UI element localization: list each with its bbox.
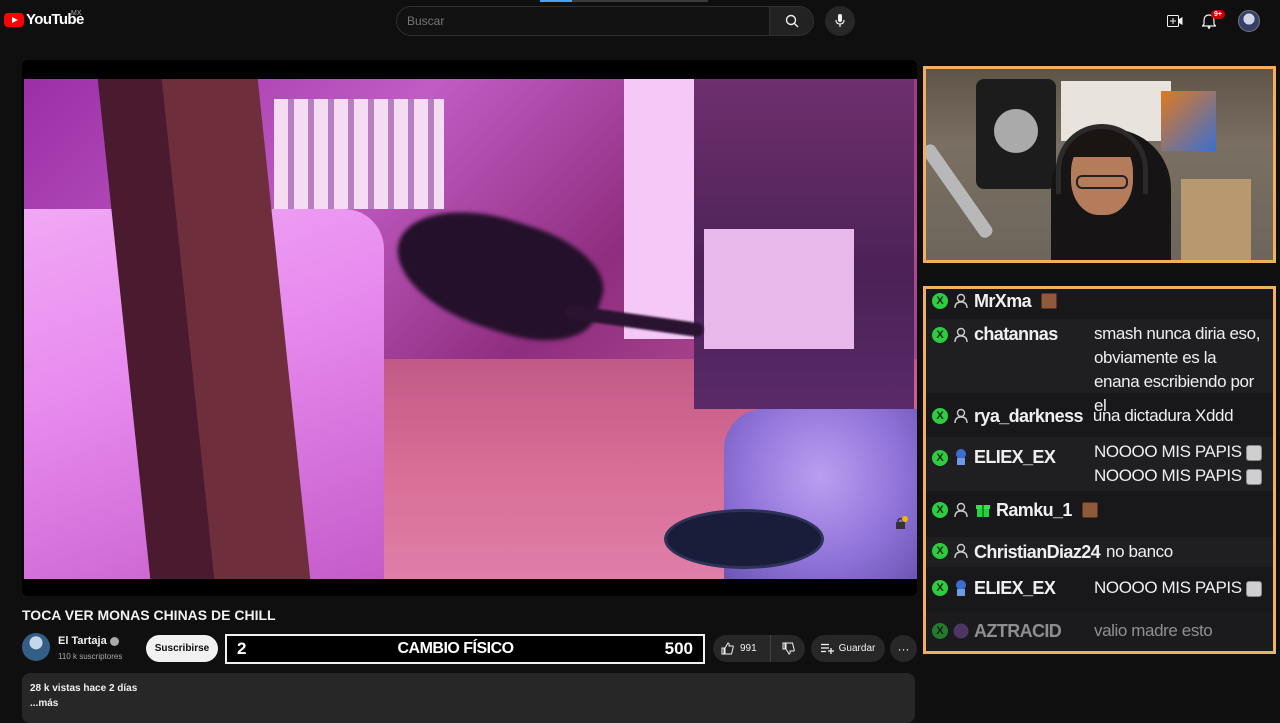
chat-text-line: NOOOO MIS PAPIS (1094, 464, 1262, 488)
emote-icon (1041, 293, 1058, 309)
chat-username: chatannas (974, 324, 1058, 344)
more-icon: ··· (897, 641, 910, 656)
subscriber-count: 110 k suscriptores (58, 652, 123, 661)
goal-label: CAMBIO FÍSICO (397, 640, 514, 657)
like-count: 991 (740, 643, 757, 654)
subscribe-button[interactable]: Suscribirse (146, 635, 218, 662)
chat-message: X Ramku_1 (926, 498, 1273, 526)
food-bowl (664, 509, 824, 569)
user-avatar-icon (952, 448, 970, 466)
sub-badge-icon: X (932, 450, 948, 466)
chat-username: MrXma (974, 291, 1032, 311)
search-button[interactable] (769, 7, 813, 35)
chat-message: X ChristianDiaz24 no banco (926, 537, 1273, 567)
view-stats: 28 k vistas hace 2 días (30, 683, 138, 694)
sub-badge-icon: X (932, 408, 948, 424)
voice-search-button[interactable] (825, 6, 855, 36)
youtube-logo[interactable]: YouTube MX (4, 10, 84, 28)
chat-message: X rya_darkness una dictadura Xddd (926, 404, 1273, 432)
playlist-add-icon (820, 643, 834, 654)
cat-figure (382, 189, 616, 359)
channel-avatar[interactable] (22, 633, 50, 661)
gift-badge-icon (974, 501, 992, 519)
more-actions-button[interactable]: ··· (890, 635, 917, 662)
search-input[interactable] (397, 7, 769, 35)
webcam-overlay (923, 66, 1276, 263)
cat-emote-icon (1245, 444, 1262, 461)
channel-name-text: El Tartaja (58, 635, 107, 647)
chat-username: ChristianDiaz24 (974, 542, 1101, 562)
user-avatar-icon (952, 622, 970, 640)
like-button[interactable]: 991 (713, 635, 771, 662)
emote-icon (1081, 502, 1098, 518)
country-code: MX (71, 10, 82, 17)
video-player[interactable] (22, 60, 917, 596)
chat-message: X ELIEX_EX NOOOO MIS PAPIS (926, 576, 1273, 606)
search-box (396, 6, 814, 36)
user-icon (952, 326, 970, 344)
sub-badge-icon: X (932, 623, 948, 639)
cat-emote-icon (1245, 580, 1262, 597)
video-title: TOCA VER MONAS CHINAS DE CHILL (22, 607, 276, 623)
stream-goal-overlay: 2 CAMBIO FÍSICO 500 (225, 634, 705, 664)
sub-badge-icon: X (932, 543, 948, 559)
chat-text: no banco (1106, 542, 1173, 561)
user-icon (952, 292, 970, 310)
create-button[interactable] (1164, 10, 1186, 32)
chat-message: X AZTRACID valio madre esto (926, 613, 1273, 651)
thumbs-down-icon (782, 642, 795, 655)
chat-username: ELIEX_EX (974, 578, 1056, 598)
chat-text-group: NOOOO MIS PAPIS NOOOO MIS PAPIS (1094, 440, 1262, 488)
user-avatar-icon (952, 579, 970, 597)
user-icon (952, 542, 970, 560)
top-bar: YouTube MX 9+ (0, 0, 1280, 42)
cat-emote-icon (1245, 468, 1262, 485)
chat-message: X MrXma (926, 289, 1273, 313)
channel-name[interactable]: El Tartaja (58, 635, 119, 647)
chat-text: NOOOO MIS PAPIS (1094, 576, 1262, 600)
sub-badge-icon: X (932, 293, 948, 309)
description-box[interactable]: 28 k vistas hace 2 días ...más (22, 673, 915, 723)
chat-text: valio madre esto (1094, 621, 1213, 640)
chat-username: Ramku_1 (996, 500, 1072, 520)
chat-overlay: X MrXma X chatannas smash nunca diria es… (923, 286, 1276, 654)
user-icon (952, 407, 970, 425)
goal-right-value: 500 (664, 639, 693, 658)
save-button[interactable]: Guardar (811, 635, 885, 662)
dislike-button[interactable] (771, 642, 805, 655)
chat-username: rya_darkness (974, 406, 1083, 426)
chat-text: una dictadura Xddd (1092, 406, 1234, 425)
save-label: Guardar (838, 643, 876, 654)
account-avatar[interactable] (1238, 10, 1260, 32)
chat-message: X ELIEX_EX NOOOO MIS PAPIS NOOOO MIS PAP… (926, 437, 1273, 491)
video-frame[interactable] (24, 79, 917, 579)
verified-icon (109, 636, 119, 646)
sub-badge-icon: X (932, 502, 948, 518)
chat-username: ELIEX_EX (974, 447, 1056, 467)
sub-badge-icon: X (932, 327, 948, 343)
like-dislike-group: 991 (713, 635, 805, 662)
thumbs-up-icon (721, 642, 734, 655)
search-icon (785, 14, 798, 28)
notification-badge: 9+ (1211, 10, 1225, 19)
goal-left-value: 2 (237, 639, 247, 658)
user-icon (952, 501, 970, 519)
create-video-icon (1167, 15, 1183, 27)
chat-username: AZTRACID (974, 621, 1062, 641)
microphone-icon (835, 14, 845, 27)
sub-badge-icon: X (932, 580, 948, 596)
loading-bar (540, 0, 708, 2)
lock-icon (896, 516, 908, 529)
youtube-play-icon (4, 12, 24, 27)
chat-text-line: NOOOO MIS PAPIS (1094, 440, 1262, 464)
show-more-link[interactable]: ...más (30, 698, 907, 709)
chat-message: X chatannas smash nunca diria eso, obvia… (926, 319, 1273, 415)
